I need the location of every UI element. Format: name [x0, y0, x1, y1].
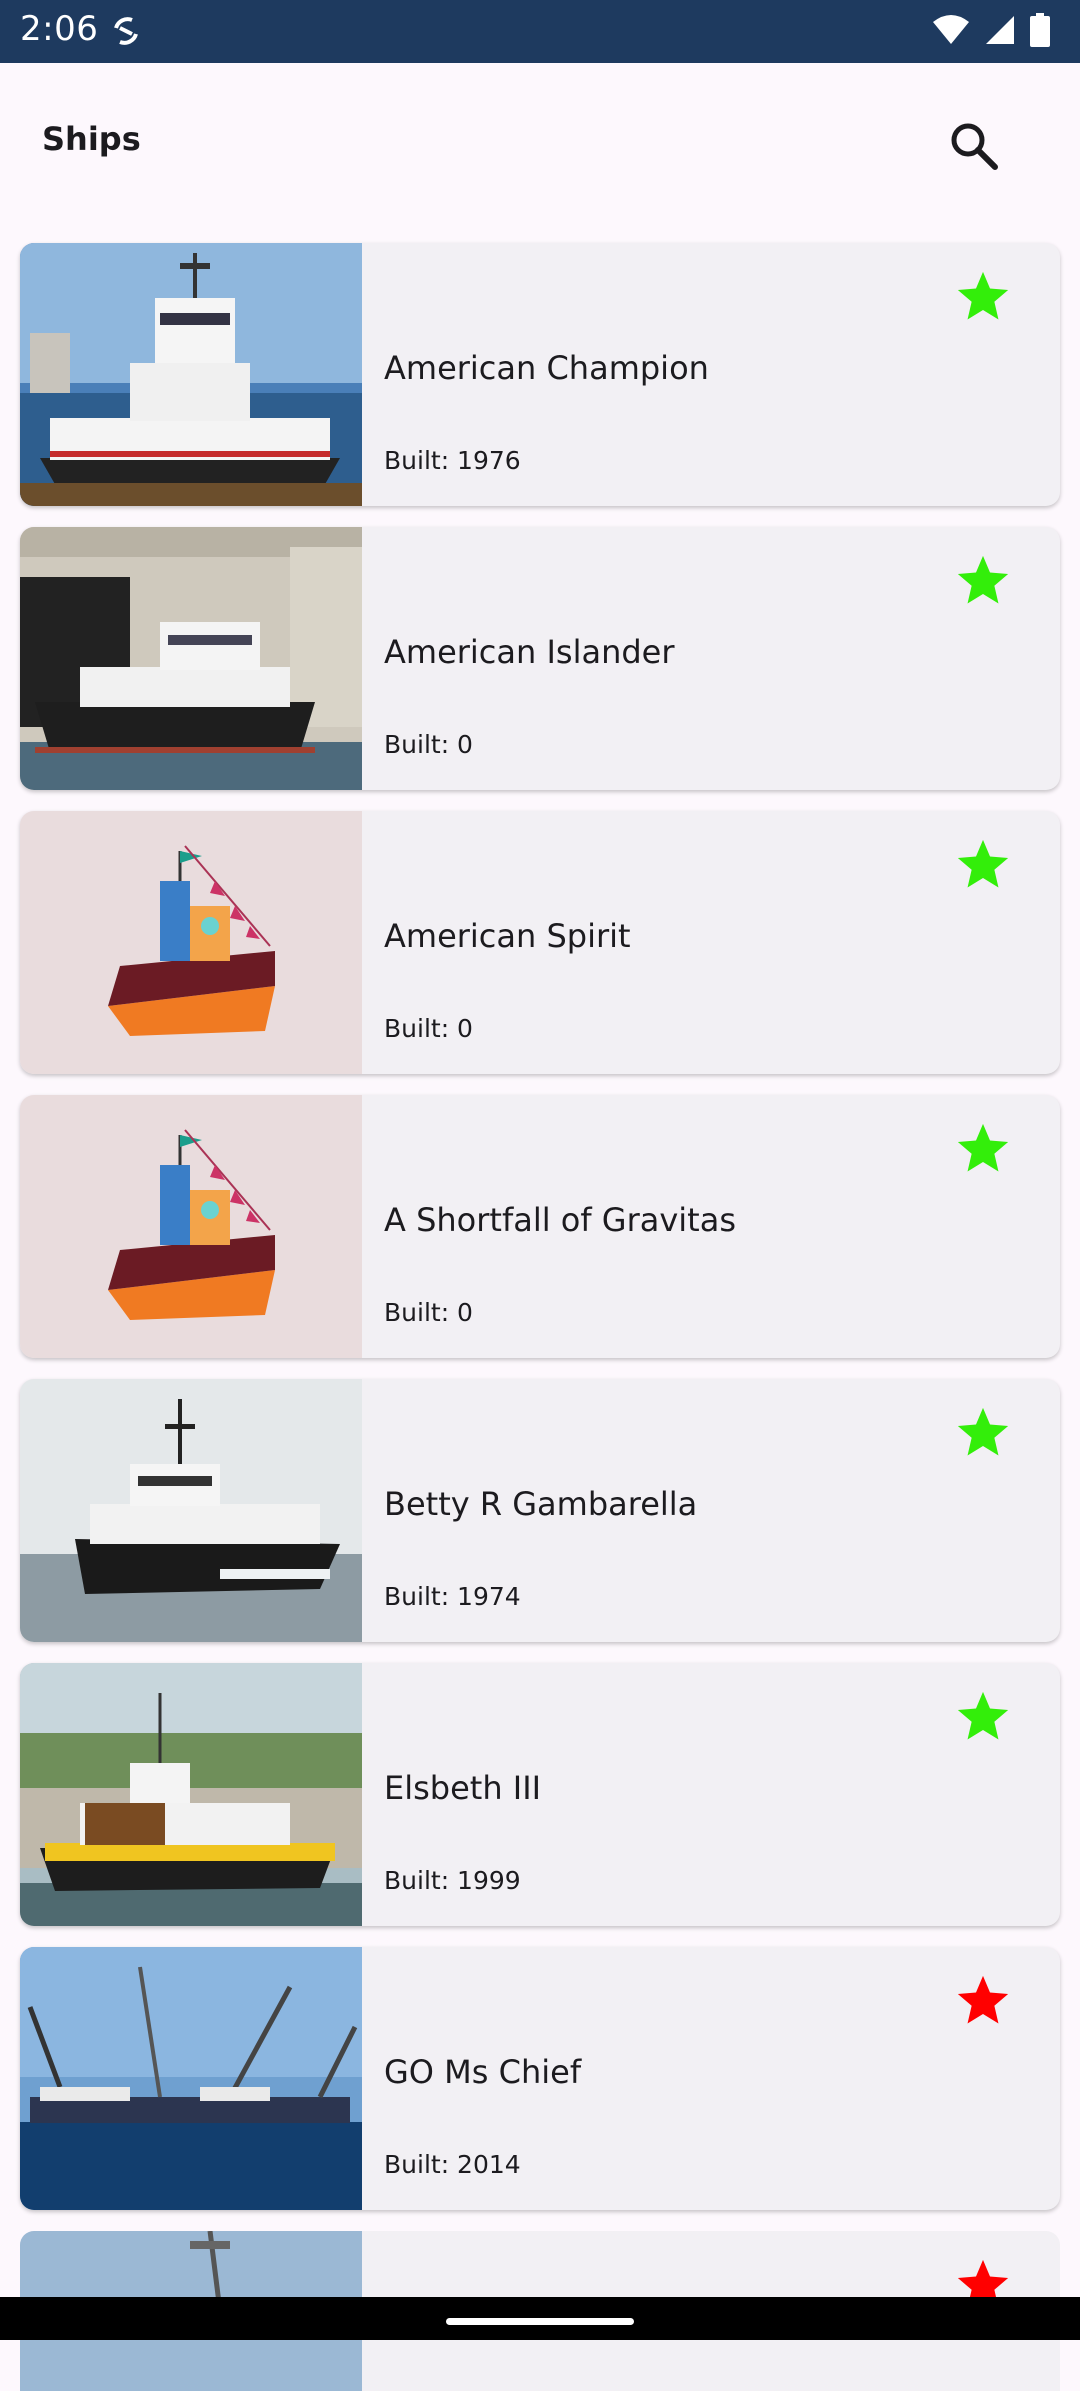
favorite-star-icon[interactable] — [954, 1971, 1012, 2029]
favorite-star-icon[interactable] — [954, 267, 1012, 325]
ship-card[interactable]: A Shortfall of Gravitas Built: 0 — [20, 1095, 1060, 1358]
ship-name: A Shortfall of Gravitas — [384, 1201, 736, 1239]
status-time: 2:06 — [20, 9, 99, 49]
ship-card[interactable]: GO Ms Chief Built: 2014 — [20, 1947, 1060, 2210]
ship-card[interactable]: Elsbeth III Built: 1999 — [20, 1663, 1060, 1926]
ship-built-year: Built: 2014 — [384, 2150, 521, 2179]
ship-card[interactable]: Betty R Gambarella Built: 1974 — [20, 1379, 1060, 1642]
ship-list[interactable]: American Champion Built: 1976 American I… — [20, 243, 1060, 2231]
ship-card[interactable]: American Champion Built: 1976 — [20, 243, 1060, 506]
wifi-icon — [932, 14, 970, 50]
ship-built-year: Built: 0 — [384, 1014, 473, 1043]
ship-card[interactable]: American Islander Built: 0 — [20, 527, 1060, 790]
battery-icon — [1030, 13, 1050, 51]
ship-name: American Spirit — [384, 917, 631, 955]
ship-built-year: Built: 0 — [384, 730, 473, 759]
ship-name: American Champion — [384, 349, 709, 387]
favorite-star-icon[interactable] — [954, 1119, 1012, 1177]
ship-built-year: Built: 1974 — [384, 1582, 521, 1611]
ship-photo — [20, 1663, 362, 1926]
sync-icon — [110, 14, 142, 48]
app-bar: Ships — [0, 63, 1080, 223]
ship-name: Betty R Gambarella — [384, 1485, 698, 1523]
ship-built-year: Built: 0 — [384, 1298, 473, 1327]
navigation-bar — [0, 2297, 1080, 2340]
favorite-star-icon[interactable] — [954, 835, 1012, 893]
boat-illustration — [20, 1095, 362, 1358]
page-title: Ships — [42, 120, 141, 158]
ship-name: GO Ms Chief — [384, 2053, 582, 2091]
search-icon — [951, 123, 998, 170]
favorite-star-icon[interactable] — [954, 551, 1012, 609]
ship-photo — [20, 1947, 362, 2210]
status-bar: 2:06 — [0, 0, 1080, 63]
ship-name: Elsbeth III — [384, 1769, 542, 1807]
home-gesture-handle[interactable] — [446, 2318, 634, 2325]
ship-built-year: Built: 1976 — [384, 446, 521, 475]
ship-photo — [20, 1379, 362, 1642]
ship-name: American Islander — [384, 633, 675, 671]
ship-photo — [20, 527, 362, 790]
ship-card[interactable]: American Spirit Built: 0 — [20, 811, 1060, 1074]
boat-illustration — [20, 811, 362, 1074]
search-button[interactable] — [944, 116, 1004, 176]
signal-icon — [984, 14, 1016, 50]
ship-photo — [20, 243, 362, 506]
favorite-star-icon[interactable] — [954, 1687, 1012, 1745]
ship-built-year: Built: 1999 — [384, 1866, 521, 1895]
favorite-star-icon[interactable] — [954, 1403, 1012, 1461]
